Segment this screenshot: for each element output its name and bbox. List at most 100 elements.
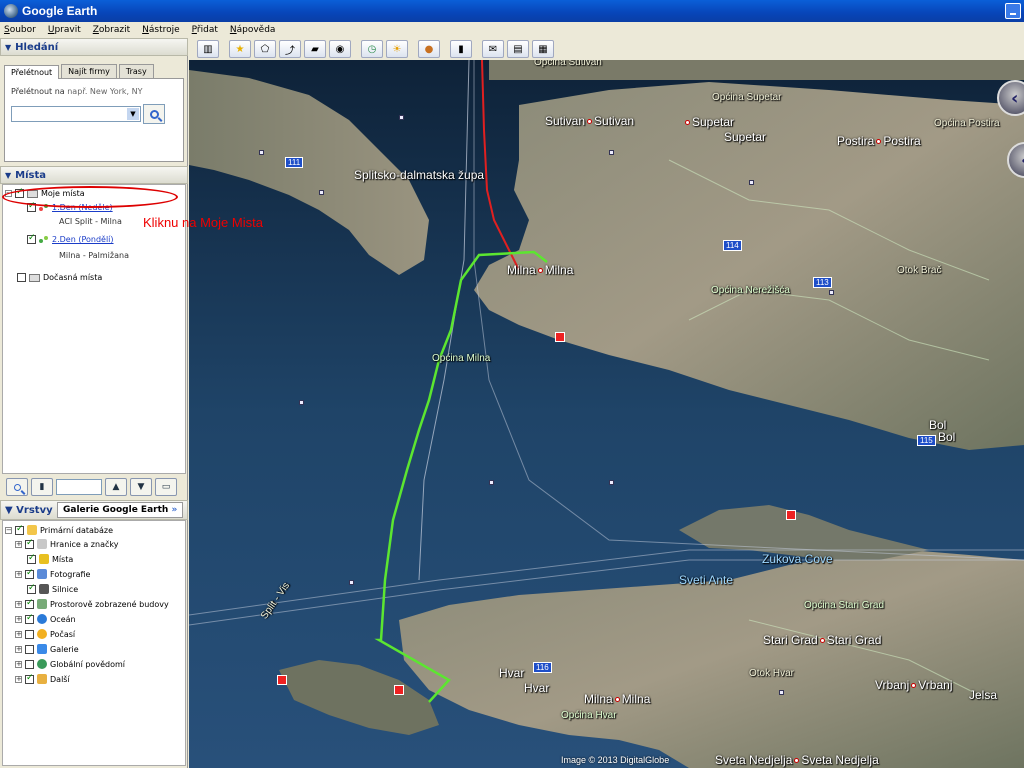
layer-checkbox[interactable]	[25, 659, 34, 669]
search-input[interactable]: ▼	[11, 106, 141, 122]
print-button[interactable]: ▤	[507, 40, 529, 58]
poi-marker[interactable]	[319, 190, 324, 195]
expand-icon[interactable]: +	[15, 675, 22, 683]
layer-checkbox[interactable]	[27, 583, 36, 594]
map-label-postira: Postira Postira	[837, 134, 921, 148]
layers-header-title[interactable]: ▼ Vrstvy	[1, 505, 57, 516]
poi-marker[interactable]	[349, 580, 354, 585]
layer-item[interactable]: + Hranice a značky	[15, 538, 118, 549]
collapse-icon[interactable]: −	[5, 526, 12, 534]
move-down-button[interactable]: ▼	[130, 478, 152, 496]
poi-marker[interactable]	[749, 180, 754, 185]
expand-icon[interactable]: +	[15, 615, 22, 623]
dropdown-arrow-icon[interactable]: ▼	[127, 108, 139, 120]
expand-icon[interactable]: +	[15, 660, 22, 668]
tab-find-businesses[interactable]: Najít firmy	[61, 64, 117, 78]
expand-icon[interactable]: +	[15, 540, 22, 548]
menu-file[interactable]: Soubor	[4, 25, 36, 35]
menu-tools[interactable]: Nástroje	[142, 25, 180, 35]
layer-checkbox[interactable]	[25, 568, 34, 579]
layer-item[interactable]: + Galerie	[15, 644, 79, 654]
hazard-marker[interactable]	[277, 675, 287, 685]
panel-toggle-button[interactable]: ▮	[31, 478, 53, 496]
add-overlay-button[interactable]: ▰	[304, 40, 326, 58]
map-label-text: Milna	[507, 263, 536, 277]
places-header[interactable]: ▼ Místa	[0, 166, 188, 184]
map-label: Jelsa	[969, 688, 998, 702]
map-view[interactable]: Općina Sutivan Općina Supetar Općina Pos…	[189, 60, 1024, 768]
folder-icon	[29, 273, 40, 282]
sunlight-button[interactable]: ☀	[386, 40, 408, 58]
tree-item-day2[interactable]: 2.Den (Pondělí)	[27, 233, 114, 244]
layer-label: Silnice	[52, 584, 79, 594]
planets-button[interactable]: ●	[418, 40, 440, 58]
minimize-button[interactable]	[1005, 3, 1021, 19]
layer-item[interactable]: Silnice	[27, 583, 79, 594]
places-layer-icon	[39, 554, 49, 564]
day2-link[interactable]: 2.Den (Pondělí)	[52, 235, 114, 244]
layer-item[interactable]: + Počasí	[15, 629, 75, 639]
search-hint: Přelétnout na např. New York, NY	[11, 87, 177, 96]
layer-label: Prostorově zobrazené budovy	[50, 599, 169, 609]
move-up-button[interactable]: ▲	[105, 478, 127, 496]
poi-marker[interactable]	[779, 690, 784, 695]
layer-checkbox[interactable]	[25, 538, 34, 549]
map-label-text: Postira	[883, 134, 921, 148]
menu-help[interactable]: Nápověda	[230, 25, 276, 35]
hazard-marker[interactable]	[555, 332, 565, 342]
add-polygon-button[interactable]: ⬠	[254, 40, 276, 58]
poi-marker[interactable]	[489, 480, 494, 485]
map-label-milna: Milna Milna	[507, 263, 573, 277]
gallery-tab[interactable]: Galerie Google Earth »	[57, 502, 184, 518]
expand-icon[interactable]: +	[15, 630, 22, 638]
places-filter-input[interactable]	[56, 479, 102, 495]
poi-marker[interactable]	[829, 290, 834, 295]
search-places-button[interactable]	[6, 478, 28, 496]
expand-icon[interactable]: +	[15, 570, 22, 578]
menu-view[interactable]: Zobrazit	[93, 25, 130, 35]
hazard-marker[interactable]	[394, 685, 404, 695]
search-header[interactable]: ▼ Hledání	[0, 38, 188, 56]
tab-fly-to[interactable]: Přelétnout	[4, 65, 60, 79]
layer-checkbox[interactable]	[25, 598, 34, 609]
layer-checkbox[interactable]	[25, 629, 34, 639]
email-button[interactable]: ✉	[482, 40, 504, 58]
search-button[interactable]	[143, 104, 165, 124]
sidebar-toggle-button[interactable]: ▥	[197, 40, 219, 58]
search-hint-label: Přelétnout na	[11, 87, 65, 96]
expand-icon[interactable]: +	[15, 645, 22, 653]
layer-item[interactable]: + Oceán	[15, 613, 76, 624]
poi-marker[interactable]	[299, 400, 304, 405]
layer-item[interactable]: Místa	[27, 553, 73, 564]
hazard-marker[interactable]	[786, 510, 796, 520]
menu-edit[interactable]: Upravit	[48, 25, 81, 35]
poi-marker[interactable]	[259, 150, 264, 155]
add-path-button[interactable]: ⤴	[279, 40, 301, 58]
historical-imagery-button[interactable]: ◷	[361, 40, 383, 58]
ruler-button[interactable]: ▮	[450, 40, 472, 58]
layer-checkbox[interactable]	[25, 673, 34, 684]
expand-icon[interactable]: +	[15, 600, 22, 608]
menu-add[interactable]: Přidat	[192, 25, 218, 35]
layer-checkbox[interactable]	[25, 644, 34, 654]
record-tour-button[interactable]: ◉	[329, 40, 351, 58]
day2-checkbox[interactable]	[27, 233, 36, 244]
poi-marker[interactable]	[399, 115, 404, 120]
layer-checkbox[interactable]	[27, 553, 36, 564]
layer-checkbox[interactable]	[25, 613, 34, 624]
add-folder-button[interactable]: ▭	[155, 478, 177, 496]
layer-item[interactable]: + Globální povědomí	[15, 659, 125, 669]
layer-item[interactable]: + Prostorově zobrazené budovy	[15, 598, 169, 609]
layer-root[interactable]: − Primární databáze	[5, 524, 113, 535]
layer-root-checkbox[interactable]	[15, 524, 24, 535]
poi-marker[interactable]	[609, 480, 614, 485]
temp-places-checkbox[interactable]	[17, 273, 26, 282]
tree-item-temp-places[interactable]: Dočasná místa	[17, 273, 102, 282]
view-in-maps-button[interactable]: ▦	[532, 40, 554, 58]
add-placemark-button[interactable]: ★	[229, 40, 251, 58]
poi-marker[interactable]	[609, 150, 614, 155]
tab-directions[interactable]: Trasy	[118, 64, 154, 78]
map-label: Otok Hvar	[749, 668, 795, 679]
layer-item[interactable]: + Další	[15, 673, 70, 684]
layer-item[interactable]: + Fotografie	[15, 568, 90, 579]
